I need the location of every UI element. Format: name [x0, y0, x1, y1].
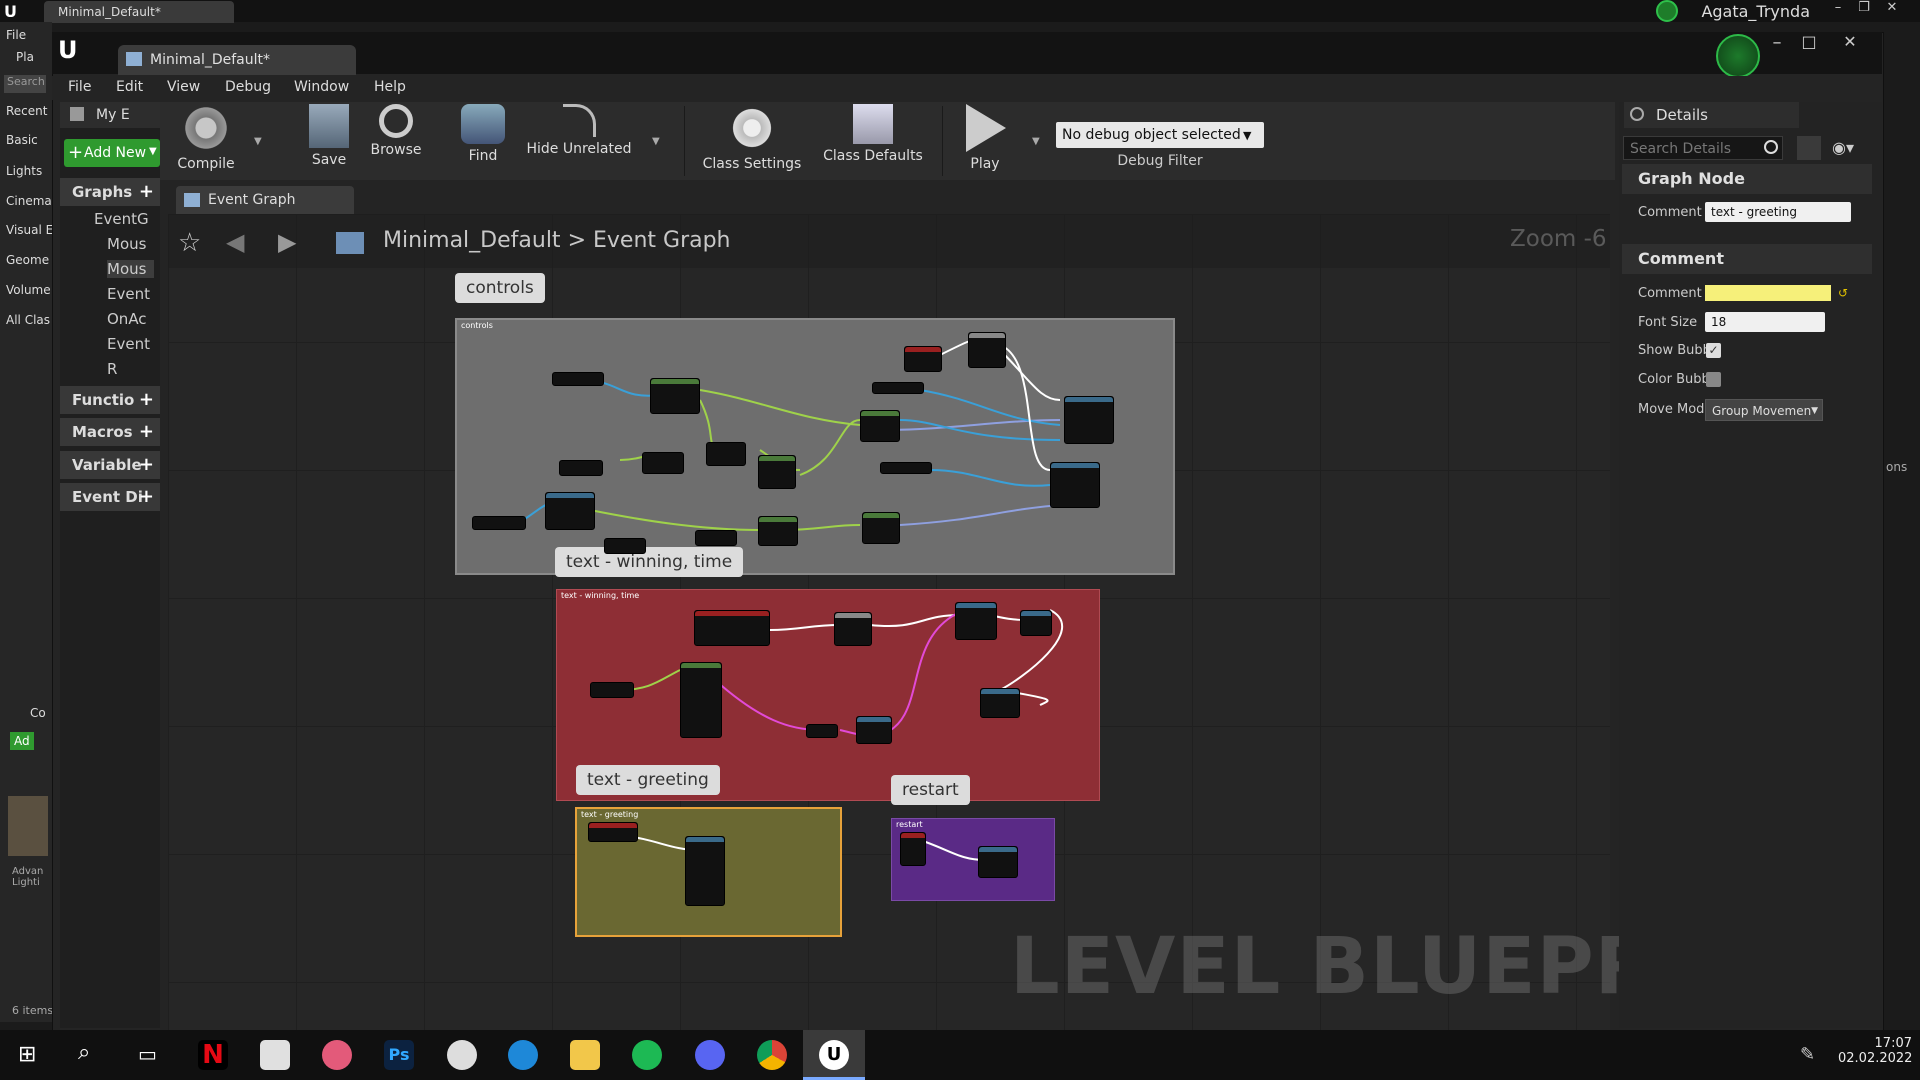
- node-header: [861, 411, 899, 416]
- blueprint-node[interactable]: [706, 442, 746, 466]
- node-header: [1021, 611, 1051, 616]
- unreal-icon[interactable]: U: [819, 1040, 849, 1070]
- details-tab[interactable]: Details: [1624, 102, 1799, 128]
- blueprint-node[interactable]: [900, 832, 926, 866]
- blueprint-node[interactable]: [758, 516, 798, 546]
- blueprint-node[interactable]: [978, 846, 1018, 878]
- move-mode-value: Group Movemen: [1712, 404, 1812, 418]
- node-header: [759, 456, 795, 461]
- spotify-icon[interactable]: [632, 1040, 662, 1070]
- move-mode-label: Move Mod: [1638, 402, 1705, 417]
- eye-icon[interactable]: ◉▾: [1832, 138, 1854, 157]
- photoshop-icon[interactable]: Ps: [384, 1040, 414, 1070]
- clock-date: 02.02.2022: [1838, 1051, 1913, 1066]
- color-bubble-checkbox[interactable]: [1706, 372, 1721, 387]
- node-header: [651, 379, 699, 384]
- blueprint-node[interactable]: [834, 612, 872, 646]
- clock-time: 17:07: [1874, 1036, 1912, 1051]
- blueprint-node[interactable]: [1064, 396, 1114, 444]
- node-header: [857, 717, 891, 722]
- node-header: [981, 689, 1019, 694]
- blueprint-node[interactable]: [559, 460, 603, 476]
- details-search-input[interactable]: Search Details: [1623, 136, 1783, 160]
- show-bubble-checkbox[interactable]: ✓: [1706, 343, 1721, 358]
- node-header: [1065, 397, 1113, 402]
- blueprint-node[interactable]: [545, 492, 595, 530]
- discord-icon[interactable]: [695, 1040, 725, 1070]
- blueprint-node[interactable]: [695, 530, 737, 546]
- blueprint-node[interactable]: [642, 452, 684, 474]
- search-icon[interactable]: ⌕: [78, 1040, 90, 1065]
- node-header: [956, 603, 996, 608]
- node-header: [589, 823, 637, 828]
- color-bubble-label: Color Bubb: [1638, 372, 1710, 387]
- blueprint-node[interactable]: [860, 410, 900, 442]
- blueprint-node[interactable]: [968, 332, 1006, 368]
- edge-icon[interactable]: [508, 1040, 538, 1070]
- blueprint-node[interactable]: [694, 610, 770, 646]
- blueprint-node[interactable]: [590, 682, 634, 698]
- blueprint-node[interactable]: [806, 724, 838, 738]
- node-header: [681, 663, 721, 668]
- details-search-icon: [1630, 107, 1644, 121]
- start-icon[interactable]: ⊞: [18, 1042, 36, 1067]
- comment-color-label: Comment: [1638, 286, 1702, 301]
- netflix-icon[interactable]: N: [198, 1040, 228, 1070]
- node-header: [686, 837, 724, 842]
- blueprint-node[interactable]: [980, 688, 1020, 718]
- node-header: [969, 333, 1005, 338]
- blueprint-node[interactable]: [955, 602, 997, 640]
- node-header: [759, 517, 797, 522]
- task-view-icon[interactable]: ▭: [138, 1042, 157, 1066]
- blueprint-node[interactable]: [1020, 610, 1052, 636]
- chevron-down-icon: ▼: [1811, 406, 1818, 416]
- blueprint-node[interactable]: [604, 538, 646, 554]
- comment-section[interactable]: Comment: [1622, 244, 1872, 274]
- search-icon: [1764, 140, 1778, 154]
- node-header: [905, 347, 941, 352]
- comment-color-swatch[interactable]: [1705, 285, 1831, 301]
- details-panel: [1619, 102, 1882, 1028]
- node-header: [863, 513, 899, 518]
- font-size-label: Font Size: [1638, 315, 1698, 330]
- blueprint-node[interactable]: [880, 462, 932, 474]
- blueprint-node[interactable]: [862, 512, 900, 544]
- blueprint-node[interactable]: [472, 516, 526, 530]
- blueprint-node[interactable]: [872, 382, 924, 394]
- font-size-input[interactable]: 18: [1705, 312, 1825, 332]
- blueprint-node[interactable]: [685, 836, 725, 906]
- show-bubble-label: Show Bubb: [1638, 343, 1711, 358]
- blueprint-node[interactable]: [680, 662, 722, 738]
- store-icon[interactable]: [260, 1040, 290, 1070]
- node-header: [1051, 463, 1099, 468]
- taskbar-clock[interactable]: 17:07 02.02.2022: [1838, 1036, 1912, 1066]
- comment-label: Comment: [1638, 205, 1702, 220]
- node-header: [695, 611, 769, 616]
- app-icon[interactable]: [447, 1040, 477, 1070]
- chrome-icon[interactable]: [757, 1040, 787, 1070]
- blueprint-node[interactable]: [758, 455, 796, 489]
- move-mode-select[interactable]: Group Movemen ▼: [1705, 399, 1823, 421]
- blueprint-node[interactable]: [650, 378, 700, 414]
- node-header: [546, 493, 594, 498]
- node-header: [979, 847, 1017, 852]
- comment-input[interactable]: text - greeting: [1705, 202, 1851, 222]
- file-explorer-icon[interactable]: [570, 1040, 600, 1070]
- blueprint-node[interactable]: [1050, 462, 1100, 508]
- blueprint-node[interactable]: [904, 346, 942, 372]
- property-matrix-icon[interactable]: [1797, 136, 1821, 160]
- photo-icon[interactable]: [322, 1040, 352, 1070]
- blueprint-node[interactable]: [856, 716, 892, 744]
- node-header: [835, 613, 871, 618]
- blueprint-node[interactable]: [588, 822, 638, 842]
- reset-to-default-icon[interactable]: ↺: [1838, 286, 1848, 300]
- graph-node-section[interactable]: Graph Node: [1622, 164, 1872, 194]
- pen-icon[interactable]: ✎: [1800, 1044, 1815, 1065]
- node-header: [901, 833, 925, 838]
- blueprint-node[interactable]: [552, 372, 604, 386]
